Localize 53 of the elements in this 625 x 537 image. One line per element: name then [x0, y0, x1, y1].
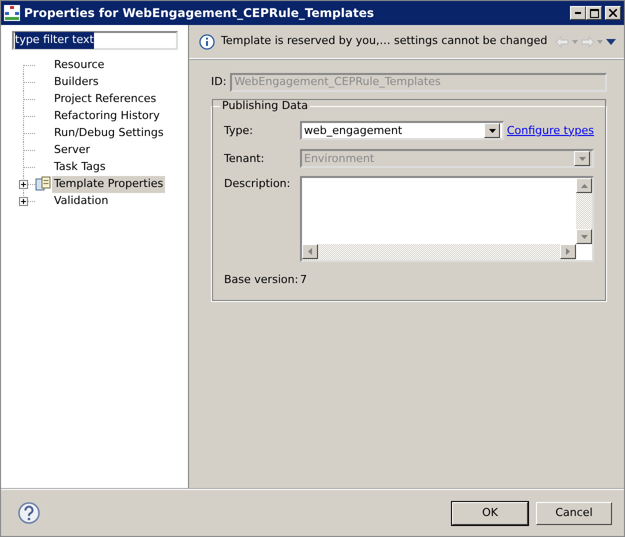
tenant-label: Tenant:	[224, 150, 266, 166]
scroll-left-button[interactable]	[302, 244, 318, 260]
description-field[interactable]	[300, 176, 594, 262]
tree-item[interactable]: Project References	[52, 91, 158, 108]
close-icon	[609, 9, 617, 17]
description-label: Description:	[224, 176, 292, 192]
base-version-label: Base version:	[224, 272, 300, 288]
right-arrow-icon	[566, 248, 570, 256]
app-icon	[4, 5, 20, 21]
tree-connector	[23, 91, 37, 108]
minimize-button[interactable]	[570, 6, 586, 20]
expand-icon[interactable]	[19, 180, 28, 189]
id-label: ID:	[211, 74, 226, 90]
status-message: Template is reserved by you,… settings cannot be changed	[221, 33, 548, 50]
down-arrow-icon	[580, 234, 588, 239]
help-icon[interactable]	[18, 502, 40, 524]
tree-item[interactable]: Builders	[52, 74, 101, 91]
tree-item[interactable]: Server	[52, 142, 92, 159]
tree-connector	[23, 159, 37, 176]
tree-item[interactable]: Validation	[52, 193, 110, 210]
tree-item[interactable]: Run/Debug Settings	[52, 125, 166, 142]
tree-connector	[23, 125, 37, 142]
tree-item[interactable]: Template Properties	[52, 176, 166, 193]
view-menu-icon[interactable]	[606, 38, 616, 44]
caret-icon	[488, 128, 496, 133]
configure-types-link[interactable]: Configure types	[506, 122, 594, 139]
base-version-value: 7	[300, 272, 307, 288]
scroll-right-button[interactable]	[560, 244, 576, 260]
tree-connector	[23, 142, 37, 159]
info-icon	[199, 34, 215, 50]
filter-field[interactable]: type filter text	[12, 31, 178, 50]
type-dropdown[interactable]: web_engagement	[300, 121, 504, 140]
tree-connector	[23, 108, 37, 125]
minimize-icon	[575, 12, 582, 14]
maximize-button[interactable]	[586, 6, 602, 20]
dialog-button[interactable]: OK	[452, 502, 528, 524]
tree-item[interactable]: Task Tags	[52, 159, 108, 176]
scroll-up-button[interactable]	[576, 178, 592, 194]
expand-icon[interactable]	[19, 197, 28, 206]
dropdown-button[interactable]	[484, 123, 500, 138]
tree-item[interactable]: Resource	[52, 57, 106, 74]
dialog-button[interactable]: Cancel	[536, 502, 612, 524]
window-title: Properties for WebEngagement_CEPRule_Templates	[24, 5, 374, 22]
scroll-down-button[interactable]	[576, 229, 592, 244]
documents-icon	[35, 176, 51, 192]
maximize-icon	[590, 8, 599, 18]
type-label: Type:	[224, 122, 254, 138]
group-title: Publishing Data	[221, 98, 309, 114]
close-button[interactable]	[605, 6, 621, 20]
caret-icon	[578, 156, 586, 161]
left-arrow-icon	[308, 248, 312, 256]
tree-item[interactable]: Refactoring History	[52, 108, 162, 125]
up-arrow-icon	[580, 184, 588, 188]
